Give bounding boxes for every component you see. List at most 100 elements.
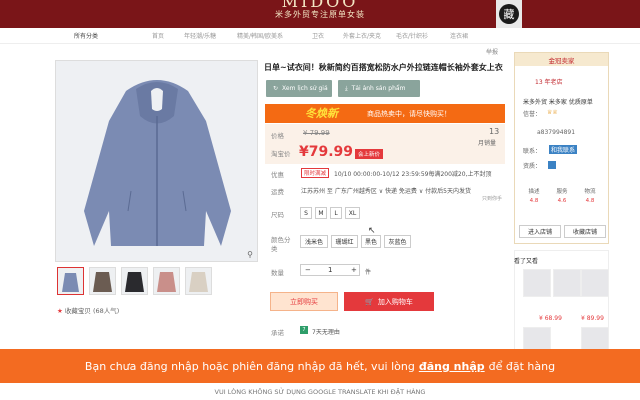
rating-label: 服务 [556,189,568,195]
recommended-item[interactable] [581,269,609,297]
size-option-l[interactable]: L [330,207,342,219]
color-option[interactable]: 浅米色 [300,235,328,248]
promo-banner: 冬焕新 商品热卖中，请尽快购买！ [265,104,505,123]
qualification-label: 资质： [523,163,542,170]
download-images-label: Tải ảnh sản phẩm [351,85,406,92]
footer-warning: VUI LÒNG KHÔNG SỬ DỤNG GOOGLE TRANSLATE … [0,383,640,400]
category-item[interactable]: 外套上衣/夹克 [343,31,381,40]
price-history-label: Xem lịch sử giá [282,85,328,92]
size-label: 尺码 [271,211,284,219]
promo-label: 优惠 [271,171,284,179]
promo-text: 商品热卖中，请尽快购买！ [367,110,451,118]
thumbnail-strip [57,267,257,295]
rating-value: 4.6 [557,198,567,204]
category-item[interactable]: 卫衣 [312,31,324,40]
color-option[interactable]: 灰蓝色 [384,235,411,248]
login-link[interactable]: đăng nhập [419,360,485,373]
credit-label: 信誉： [523,111,542,118]
thumbnail[interactable] [121,267,148,295]
collect-seal-icon[interactable]: 藏 [496,0,522,28]
recommended-item[interactable] [523,269,551,297]
qty-decrease-button[interactable]: − [305,266,311,274]
magnifier-icon[interactable]: ⚲ [247,250,253,259]
size-option-m[interactable]: M [315,207,327,219]
enter-shop-button[interactable]: 进入店铺 [519,225,561,238]
sale-price: ¥79.99 [299,144,354,160]
promo-detail: 10/10 00:00:00-10/12 23:59:59每满200减20,上不… [334,171,492,178]
rating-label: 描述 [528,189,540,195]
price-history-button[interactable]: ↻ Xem lịch sử giá [266,80,332,97]
mouse-cursor-icon: ↖ [368,226,376,236]
report-link[interactable]: 举报 [486,47,498,56]
color-label: 颜色分类 [271,236,291,253]
category-item[interactable]: 精美/韩国/欧美系 [237,31,283,40]
promo-tag: 冬焕新 [305,107,338,120]
rating-label: 物流 [584,189,596,195]
category-item[interactable]: 毛衣/针织衫 [396,31,428,40]
favorite-label: 收藏宝贝 [64,307,91,315]
brand-slogan: 米多外贸专注原单女装 [275,10,365,19]
download-images-button[interactable]: ⤓ Tải ảnh sản phẩm [338,80,420,97]
chart-icon: ↻ [273,85,279,92]
recommended-price: ¥ 68.99 [539,315,562,322]
crown-icon: ♕♕ [547,109,558,116]
license-icon [548,161,556,169]
quantity-stepper[interactable]: − 1 + [300,264,360,276]
color-option[interactable]: 黑色 [361,235,381,248]
shipping-label: 运费 [271,188,284,196]
also-viewed-panel: 看了又看 ¥ 68.99 ¥ 89.99 [514,250,609,355]
jacket-image [56,61,257,261]
promise-text: 7天无理由 [312,329,340,336]
rating-logistics: 物流 4.8 [577,188,603,206]
qty-increase-button[interactable]: + [351,266,357,274]
price-badge: 会上新价 [355,149,384,159]
seller-panel: 金冠卖家 13 年老店 米多外贸 米多家 优质原单 信誉： ♕♕ a837994… [514,52,609,244]
qty-value[interactable]: 1 [328,266,332,274]
category-item[interactable]: 连衣裙 [450,31,468,40]
promise-icon: 7 [300,326,308,334]
limited-sale-tag: 限时满减 [301,168,330,178]
notice-suffix: để đặt hàng [488,359,556,373]
login-notice: Bạn chưa đăng nhập hoặc phiên đăng nhập … [0,349,640,383]
recommended-item[interactable] [553,269,581,297]
shipping-note: 只到你手 [482,196,503,202]
contact-seller-button[interactable]: 和我联系 [549,145,578,154]
seller-level: 金冠卖家 [515,53,608,66]
price-label: 价格 [271,132,284,140]
shop-name[interactable]: 米多外贸 米多家 优质原单 [523,97,593,106]
add-to-cart-label: 加入购物车 [377,297,413,306]
seller-phone: a837994891 [537,129,576,136]
thumbnail[interactable] [185,267,212,295]
category-all[interactable]: 所有分类 [74,31,98,40]
buy-now-button[interactable]: 立即购买 [270,292,338,311]
category-nav: 所有分类 首页 年轻潮/乐糖 精美/韩国/欧美系 卫衣 外套上衣/夹克 毛衣/针… [0,28,640,44]
shipping-text[interactable]: 江苏苏州 至 广东广州越秀区 ∨ 快递 免运费 ∨ 付款后5天内发货 [301,186,471,195]
rating-value: 4.8 [529,198,539,204]
also-viewed-title: 看了又看 [514,258,539,265]
size-option-xl[interactable]: XL [345,207,360,219]
star-icon: ★ [57,307,63,315]
monthly-sales-count: 13 [489,127,500,136]
thumbnail[interactable] [57,267,84,295]
main-product-image[interactable]: ⚲ [55,60,258,262]
qty-unit: 件 [365,269,372,276]
thumbnail[interactable] [89,267,116,295]
size-option-s[interactable]: S [300,207,312,219]
color-option[interactable]: 珊瑚红 [331,235,358,248]
header-banner: MIDOO 米多外贸专注原单女装 藏 [0,0,640,28]
sale-price-label: 淘宝价 [271,150,291,158]
price-box: 价格 ¥ 79.99 淘宝价 ¥79.99 会上新价 13 月销量 [265,124,505,164]
original-price: ¥ 79.99 [303,129,330,137]
category-item[interactable]: 年轻潮/乐糖 [184,31,216,40]
rating-description: 描述 4.8 [521,188,547,206]
notice-prefix: Bạn chưa đăng nhập hoặc phiên đăng nhập … [84,359,415,373]
product-title: 日单~试衣间！秋新简约百搭宽松防水户外拉链连帽长袖外套女上衣 [264,63,503,72]
rating-service: 服务 4.6 [549,188,575,206]
favorite-count: (68人气) [92,307,120,315]
favorite-item[interactable]: ★ 收藏宝贝 (68人气) [57,305,119,315]
add-to-cart-button[interactable]: 🛒 加入购物车 [344,292,434,311]
favorite-shop-button[interactable]: 收藏店铺 [564,225,606,238]
thumbnail[interactable] [153,267,180,295]
contact-label: 联系： [523,148,542,155]
category-home[interactable]: 首页 [152,31,164,40]
